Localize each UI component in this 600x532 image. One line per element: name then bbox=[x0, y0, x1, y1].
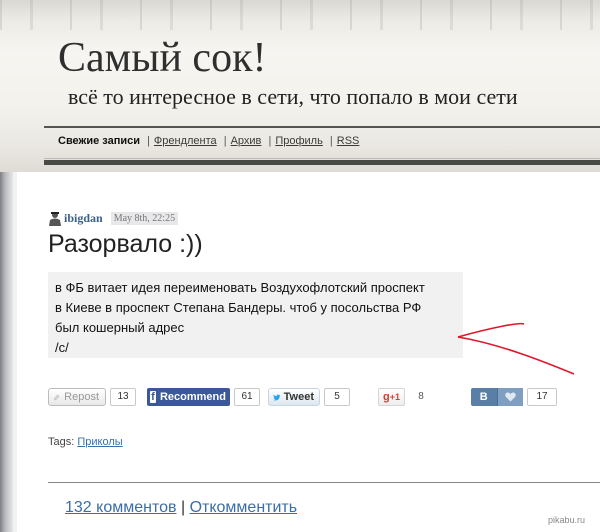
post-line: в Киеве в проспект Степана Бандеры. чтоб… bbox=[55, 300, 422, 315]
nav-separator: | bbox=[329, 135, 333, 147]
author-name[interactable]: ibigdan bbox=[64, 211, 103, 226]
nav-item-profile[interactable]: Профиль bbox=[275, 135, 323, 147]
post-line: в ФБ витает идея переименовать Воздухофл… bbox=[55, 280, 425, 295]
facebook-icon: f bbox=[150, 390, 156, 403]
comments-link[interactable]: 132 комментов bbox=[65, 499, 177, 516]
site-title[interactable]: Самый сок! bbox=[58, 34, 266, 82]
footer-divider bbox=[48, 482, 600, 483]
user-icon[interactable] bbox=[48, 211, 62, 226]
comments-separator: | bbox=[180, 499, 186, 516]
twitter-group: Tweet 5 bbox=[268, 387, 350, 406]
nav-separator: | bbox=[268, 135, 272, 147]
vk-count: 17 bbox=[527, 387, 557, 406]
red-arrow-annotation bbox=[457, 322, 575, 375]
tag-link[interactable]: Приколы bbox=[77, 436, 122, 448]
tweet-button[interactable]: Tweet bbox=[268, 387, 320, 406]
nav-item-friends[interactable]: Френдлента bbox=[154, 135, 217, 147]
site-subtitle: всё то интересное в сети, что попало в м… bbox=[68, 84, 518, 109]
reply-link[interactable]: Откомментить bbox=[190, 499, 298, 516]
facebook-group: f Recommend 61 bbox=[147, 387, 260, 406]
nav-item-current: Свежие записи bbox=[58, 135, 140, 147]
post-title: Разорвало :)) bbox=[48, 230, 203, 258]
twitter-count: 5 bbox=[324, 387, 350, 406]
gplus-icon: g bbox=[383, 390, 390, 403]
repost-group: Repost 13 bbox=[48, 387, 136, 406]
nav-item-archive[interactable]: Архив bbox=[231, 135, 262, 147]
nav-item-rss[interactable]: RSS bbox=[337, 135, 360, 147]
repost-button[interactable]: Repost bbox=[48, 387, 106, 406]
repost-count: 13 bbox=[110, 387, 136, 406]
comments-bar: 132 комментов | Откомментить bbox=[65, 499, 297, 517]
post-tags: Tags: Приколы bbox=[48, 436, 123, 448]
post-line: был кошерный адрес bbox=[55, 320, 185, 335]
vk-group: B 17 bbox=[471, 387, 557, 406]
facebook-count: 61 bbox=[234, 387, 260, 406]
gplus-button[interactable]: g +1 bbox=[378, 387, 405, 406]
vk-like-button[interactable]: B bbox=[471, 387, 523, 406]
post-body: в ФБ витает идея переименовать Воздухофл… bbox=[48, 272, 463, 358]
gplus-group: g +1 8 bbox=[378, 387, 433, 406]
tags-label: Tags: bbox=[48, 436, 75, 448]
header-divider bbox=[44, 160, 600, 165]
facebook-recommend-button[interactable]: f Recommend bbox=[147, 387, 230, 406]
repost-label: Repost bbox=[64, 390, 99, 403]
nav-separator: | bbox=[147, 135, 150, 147]
watermark: pikabu.ru bbox=[548, 515, 586, 525]
gplus-count: 8 bbox=[409, 388, 433, 405]
site-header: Самый сок! всё то интересное в сети, что… bbox=[0, 0, 600, 172]
post-author: ibigdan May 8th, 22:25 bbox=[48, 210, 179, 226]
nav-separator: | bbox=[223, 135, 227, 147]
repost-icon bbox=[53, 394, 60, 400]
twitter-bird-icon bbox=[273, 394, 281, 400]
nav-bar: Свежие записи | Френдлента | Архив | Профил… bbox=[44, 126, 600, 159]
post-line: /c/ bbox=[55, 340, 69, 355]
twitter-label: Tweet bbox=[283, 390, 314, 403]
post-date: May 8th, 22:25 bbox=[110, 211, 179, 225]
gplus-label: +1 bbox=[389, 391, 400, 402]
heart-icon bbox=[497, 387, 523, 406]
facebook-label: Recommend bbox=[159, 390, 226, 403]
vk-icon: B bbox=[471, 387, 498, 406]
